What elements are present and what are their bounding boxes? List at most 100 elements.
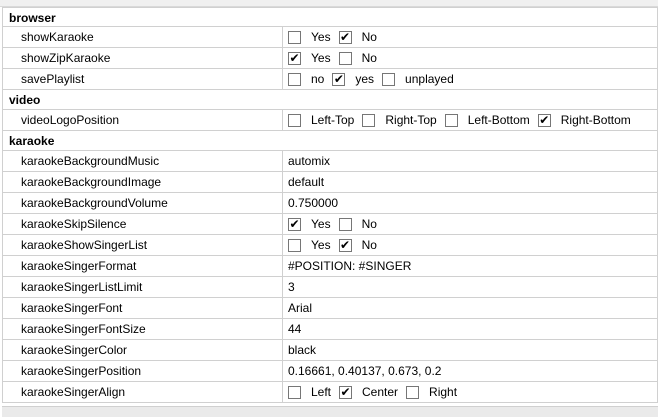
- option[interactable]: no: [288, 69, 324, 89]
- option-label: No: [361, 51, 377, 65]
- option[interactable]: Left-Bottom: [444, 110, 530, 130]
- setting-row: videoLogoPosition Left-Top Right-Top Left-B…: [2, 110, 658, 131]
- checkbox-unchecked[interactable]: [288, 238, 301, 252]
- checkbox-unchecked[interactable]: [362, 113, 376, 127]
- setting-key: karaokeBackgroundImage: [3, 172, 283, 192]
- section-header-2: karaoke: [2, 131, 658, 151]
- checkbox-checked[interactable]: [288, 217, 301, 231]
- setting-value-text[interactable]: 44: [288, 319, 301, 339]
- setting-value[interactable]: 3: [283, 277, 657, 297]
- setting-key: karaokeSingerFont: [3, 298, 283, 318]
- checkbox-checked[interactable]: [537, 113, 551, 127]
- setting-row: savePlaylist no yes unplayed: [2, 69, 658, 90]
- setting-key: karaokeSingerListLimit: [3, 277, 283, 297]
- checkbox-unchecked[interactable]: [288, 72, 301, 86]
- checkbox-unchecked[interactable]: [338, 217, 352, 231]
- setting-row: karaokeSingerFontSize 44: [2, 319, 658, 340]
- option-label: Yes: [311, 51, 331, 65]
- option-label: No: [361, 238, 377, 252]
- option-label: No: [361, 30, 377, 44]
- option-label: yes: [355, 72, 375, 86]
- setting-value-text[interactable]: black: [288, 340, 316, 360]
- option-label: Right: [429, 385, 458, 399]
- setting-value: Yes No: [283, 214, 657, 234]
- option[interactable]: No: [338, 27, 377, 47]
- setting-row: karaokeSingerListLimit 3: [2, 277, 658, 298]
- option-label: Right-Top: [385, 113, 437, 127]
- setting-value: Left-Top Right-Top Left-Bottom Right-Bottom: [283, 110, 657, 130]
- setting-value-text[interactable]: 0.16661, 0.40137, 0.673, 0.2: [288, 361, 441, 381]
- setting-value-text[interactable]: 0.750000: [288, 193, 338, 213]
- section-header-1: video: [2, 90, 658, 110]
- setting-value[interactable]: 0.16661, 0.40137, 0.673, 0.2: [283, 361, 657, 381]
- checkbox-checked[interactable]: [332, 72, 346, 86]
- checkbox-checked[interactable]: [338, 30, 352, 44]
- setting-key: karaokeSingerAlign: [3, 382, 283, 402]
- setting-value: no yes unplayed: [283, 69, 657, 89]
- checkbox-checked[interactable]: [338, 238, 352, 252]
- option[interactable]: yes: [332, 69, 374, 89]
- setting-key: showZipKaraoke: [3, 48, 283, 68]
- setting-value-text[interactable]: #POSITION: #SINGER: [288, 256, 411, 276]
- setting-value[interactable]: default: [283, 172, 657, 192]
- option[interactable]: Yes: [288, 235, 331, 255]
- setting-key: savePlaylist: [3, 69, 283, 89]
- option[interactable]: Right-Top: [362, 110, 437, 130]
- option-label: Center: [362, 385, 399, 399]
- option-label: unplayed: [405, 72, 454, 86]
- option[interactable]: No: [338, 235, 377, 255]
- setting-value[interactable]: automix: [283, 151, 657, 171]
- setting-row: karaokeSingerPosition 0.16661, 0.40137, 0…: [2, 361, 658, 382]
- option[interactable]: Left-Top: [288, 110, 354, 130]
- option[interactable]: unplayed: [382, 69, 454, 89]
- option-label: Yes: [311, 30, 331, 44]
- setting-value-text[interactable]: default: [288, 172, 324, 192]
- horizontal-scrollbar[interactable]: [2, 406, 658, 417]
- setting-value-text[interactable]: automix: [288, 151, 330, 171]
- setting-value[interactable]: Arial: [283, 298, 657, 318]
- setting-value[interactable]: 44: [283, 319, 657, 339]
- setting-key: karaokeSingerPosition: [3, 361, 283, 381]
- setting-key: karaokeSkipSilence: [3, 214, 283, 234]
- option[interactable]: Yes: [288, 48, 331, 68]
- checkbox-checked[interactable]: [288, 51, 301, 65]
- section-header-0: browser: [2, 7, 658, 27]
- setting-value[interactable]: #POSITION: #SINGER: [283, 256, 657, 276]
- checkbox-unchecked[interactable]: [288, 113, 301, 127]
- settings-grid: browsershowKaraoke Yes No showZipKaraoke Yes…: [2, 7, 658, 403]
- setting-row: showKaraoke Yes No: [2, 27, 658, 48]
- top-scroll-edge: [0, 0, 658, 7]
- checkbox-unchecked[interactable]: [444, 113, 458, 127]
- setting-value: Yes No: [283, 235, 657, 255]
- option[interactable]: Center: [339, 382, 398, 402]
- setting-value[interactable]: black: [283, 340, 657, 360]
- setting-key: showKaraoke: [3, 27, 283, 47]
- setting-key: karaokeShowSingerList: [3, 235, 283, 255]
- setting-key: karaokeSingerFontSize: [3, 319, 283, 339]
- checkbox-unchecked[interactable]: [288, 385, 301, 399]
- option[interactable]: No: [338, 214, 377, 234]
- checkbox-unchecked[interactable]: [288, 30, 301, 44]
- option-label: no: [311, 72, 325, 86]
- checkbox-unchecked[interactable]: [406, 385, 420, 399]
- option[interactable]: No: [338, 48, 377, 68]
- checkbox-unchecked[interactable]: [382, 72, 396, 86]
- setting-value[interactable]: 0.750000: [283, 193, 657, 213]
- setting-value-text[interactable]: 3: [288, 277, 295, 297]
- option[interactable]: Yes: [288, 214, 331, 234]
- setting-value: Left Center Right: [283, 382, 657, 402]
- setting-key: karaokeBackgroundMusic: [3, 151, 283, 171]
- option-label: Yes: [311, 217, 331, 231]
- setting-row: karaokeBackgroundImage default: [2, 172, 658, 193]
- option[interactable]: Yes: [288, 27, 331, 47]
- option[interactable]: Right-Bottom: [537, 110, 631, 130]
- option-label: No: [361, 217, 377, 231]
- setting-row: karaokeSingerColor black: [2, 340, 658, 361]
- checkbox-unchecked[interactable]: [338, 51, 352, 65]
- setting-key: karaokeBackgroundVolume: [3, 193, 283, 213]
- checkbox-checked[interactable]: [339, 385, 353, 399]
- option[interactable]: Left: [288, 382, 331, 402]
- setting-row: karaokeShowSingerList Yes No: [2, 235, 658, 256]
- option[interactable]: Right: [406, 382, 457, 402]
- setting-value-text[interactable]: Arial: [288, 298, 312, 318]
